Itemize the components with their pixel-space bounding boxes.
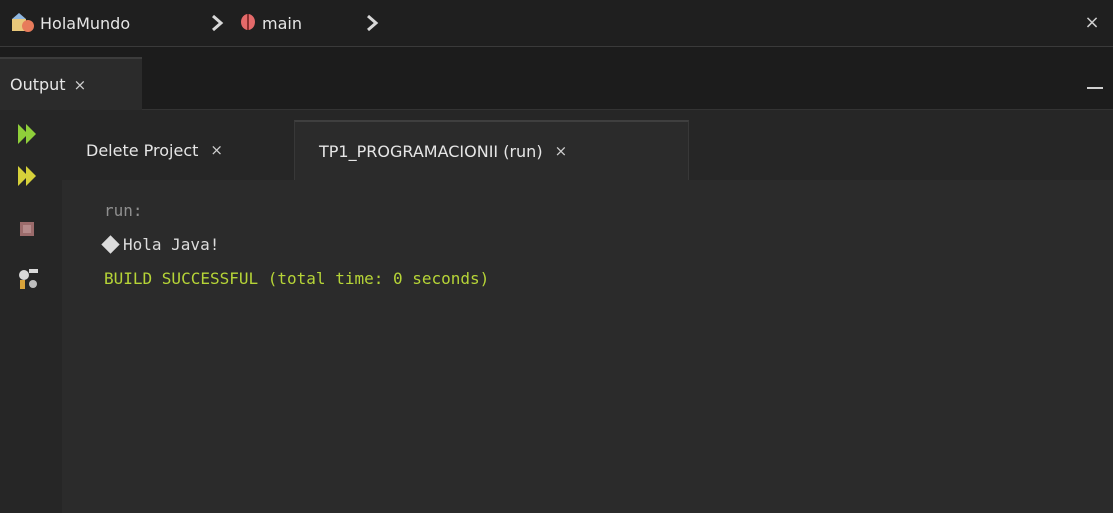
breadcrumb-method[interactable]: main <box>262 11 302 35</box>
output-tab-label: Output <box>10 75 66 94</box>
tab-delete-project[interactable]: Delete Project × <box>62 120 294 180</box>
console-line-run: run: <box>104 201 143 220</box>
console-output[interactable]: run: Hola Java! BUILD SUCCESSFUL (total … <box>62 180 1113 513</box>
tab-tp1-run[interactable]: TP1_PROGRAMACIONII (run) × <box>294 120 689 180</box>
close-icon[interactable]: × <box>74 76 87 94</box>
output-panel-header: Output × <box>0 47 1113 110</box>
ide-output-window: HolaMundo main × Output × Delete Project… <box>0 0 1113 513</box>
close-icon[interactable]: × <box>555 142 568 160</box>
chevron-right-icon <box>212 14 224 32</box>
console-line-build: BUILD SUCCESSFUL (total time: 0 seconds) <box>104 269 490 288</box>
output-text: Hola Java! <box>123 235 220 254</box>
rerun-icon[interactable] <box>14 120 42 148</box>
tab-output[interactable]: Output × <box>0 57 142 110</box>
project-icon <box>12 13 34 32</box>
breadcrumb: HolaMundo main × <box>0 0 1113 47</box>
chevron-right-icon <box>367 14 379 32</box>
breadcrumb-project[interactable]: HolaMundo <box>40 11 130 35</box>
close-icon[interactable]: × <box>1081 11 1103 33</box>
replacement-char-icon <box>101 235 120 254</box>
method-icon <box>241 14 255 30</box>
minimize-icon[interactable] <box>1087 87 1103 89</box>
console-line-output: Hola Java! <box>101 228 1113 262</box>
tab-label: TP1_PROGRAMACIONII (run) <box>319 141 543 161</box>
rerun-fast-icon[interactable] <box>14 162 42 190</box>
settings-icon[interactable] <box>14 265 42 293</box>
tab-label: Delete Project <box>86 140 199 160</box>
run-tabs: Delete Project × TP1_PROGRAMACIONII (run… <box>62 110 1113 180</box>
output-toolbar <box>0 110 62 513</box>
close-icon[interactable]: × <box>210 141 223 159</box>
stop-icon[interactable] <box>14 216 42 244</box>
